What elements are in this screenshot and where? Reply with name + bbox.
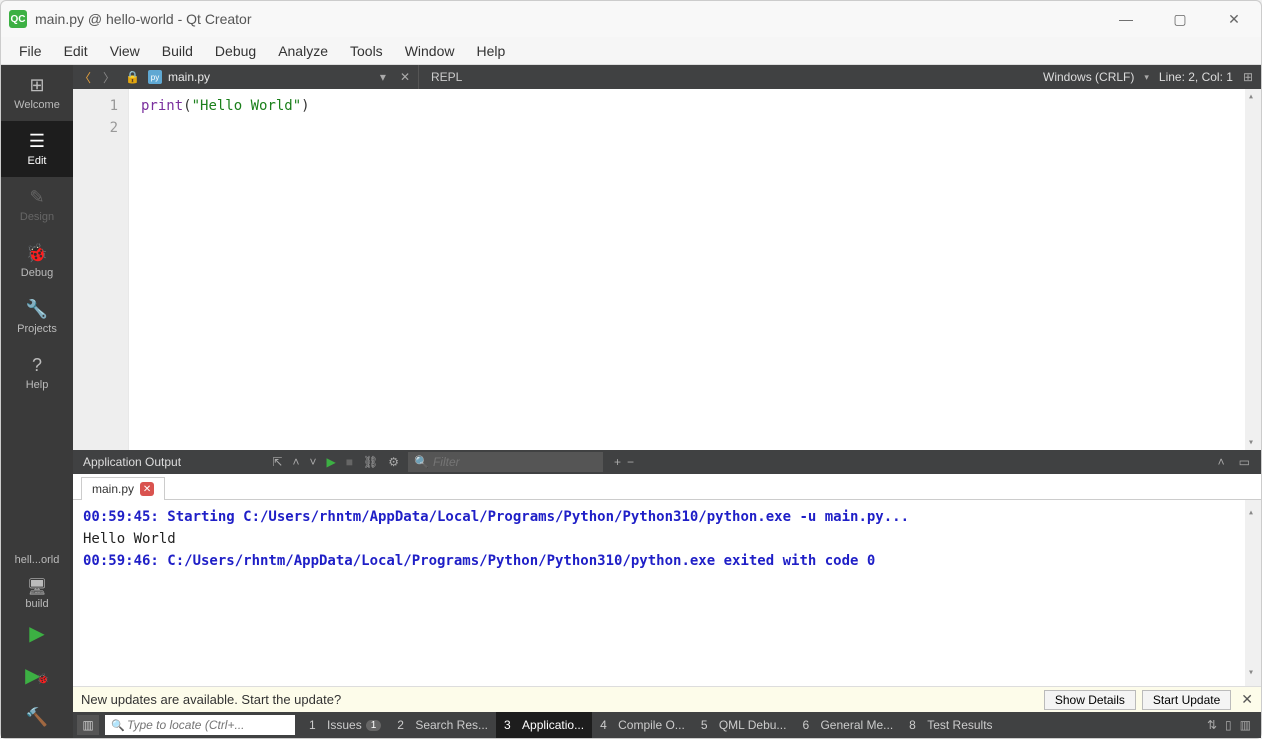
mode-projects[interactable]: 🔧Projects: [1, 289, 73, 345]
welcome-icon: ⊞: [29, 75, 44, 96]
output-line: 00:59:45: Starting C:/Users/rhntm/AppDat…: [83, 506, 1251, 528]
open-file-name[interactable]: main.py: [168, 70, 210, 84]
collapse-panel-icon[interactable]: ˄: [1215, 455, 1228, 469]
output-tabs: main.py ✕: [73, 474, 1261, 500]
next-item-icon[interactable]: ˅: [307, 455, 320, 469]
run-button[interactable]: ▶: [1, 612, 73, 654]
python-file-icon: py: [148, 70, 162, 84]
prev-item-icon[interactable]: ˄: [289, 455, 302, 469]
menu-file[interactable]: File: [9, 39, 52, 63]
mode-debug[interactable]: 🐞Debug: [1, 233, 73, 289]
panel-6[interactable]: 6 General Me...: [794, 712, 901, 738]
lock-icon[interactable]: 🔒: [121, 70, 144, 84]
code-editor[interactable]: 12 print("Hello World") ▴ ▾: [73, 89, 1261, 450]
nav-back-icon[interactable]: 〈: [73, 69, 97, 86]
locator-input[interactable]: [105, 715, 295, 735]
output-filter-input[interactable]: [433, 455, 597, 469]
output-scrollbar[interactable]: ▴ ▾: [1245, 500, 1261, 686]
editor-scrollbar[interactable]: ▴ ▾: [1245, 89, 1261, 450]
mode-help[interactable]: ?Help: [1, 345, 73, 401]
panel-3[interactable]: 3 Applicatio...: [496, 712, 592, 738]
scroll-down-icon[interactable]: ▾: [1248, 662, 1254, 684]
menu-analyze[interactable]: Analyze: [268, 39, 338, 63]
search-icon: 🔍: [414, 455, 429, 469]
panel-5[interactable]: 5 QML Debu...: [693, 712, 795, 738]
menu-help[interactable]: Help: [466, 39, 515, 63]
output-filter-box[interactable]: 🔍: [408, 452, 603, 472]
menu-tools[interactable]: Tools: [340, 39, 393, 63]
close-window-button[interactable]: ✕: [1219, 11, 1249, 28]
add-output-icon[interactable]: +: [611, 455, 624, 469]
nav-forward-icon[interactable]: 〉: [97, 69, 121, 86]
titlebar: QC main.py @ hello-world - Qt Creator — …: [1, 1, 1261, 37]
projects-icon: 🔧: [26, 299, 48, 320]
output-line: Hello World: [83, 528, 1251, 550]
menu-build[interactable]: Build: [152, 39, 203, 63]
cursor-position[interactable]: Line: 2, Col: 1: [1159, 70, 1233, 84]
line-number-gutter: 12: [73, 89, 129, 450]
maximize-button[interactable]: ▢: [1165, 11, 1195, 28]
show-details-button[interactable]: Show Details: [1044, 690, 1136, 710]
output-body[interactable]: 00:59:45: Starting C:/Users/rhntm/AppDat…: [73, 500, 1261, 686]
target-selector[interactable]: 🖥 build: [1, 574, 73, 612]
minimize-button[interactable]: —: [1111, 11, 1141, 28]
settings-icon[interactable]: ⚙: [385, 455, 402, 469]
kit-selector[interactable]: hell...orld: [1, 550, 73, 574]
update-notification-bar: New updates are available. Start the upd…: [73, 686, 1261, 712]
close-output-tab-icon[interactable]: ✕: [140, 482, 154, 496]
mode-welcome[interactable]: ⊞Welcome: [1, 65, 73, 121]
menu-window[interactable]: Window: [395, 39, 465, 63]
file-tab-bar: 〈 〉 🔒 py main.py ▾ ✕ REPL Windows (CRLF)…: [73, 65, 1261, 89]
edit-icon: ☰: [29, 131, 45, 152]
toggle-right-sidebar-icon[interactable]: ▥: [1240, 718, 1251, 732]
mode-design: ✎Design: [1, 177, 73, 233]
debug-icon: 🐞: [26, 243, 48, 264]
menu-debug[interactable]: Debug: [205, 39, 266, 63]
file-dropdown-icon[interactable]: ▾: [374, 70, 392, 84]
start-update-button[interactable]: Start Update: [1142, 690, 1231, 710]
build-button[interactable]: 🔨: [1, 696, 73, 738]
menu-view[interactable]: View: [100, 39, 150, 63]
sort-icon[interactable]: ⇅: [1207, 718, 1217, 732]
rerun-icon[interactable]: ▶: [324, 455, 339, 469]
search-icon: 🔍: [111, 719, 125, 732]
update-message: New updates are available. Start the upd…: [81, 692, 1038, 707]
toggle-sidebar-icon[interactable]: ▥: [77, 715, 99, 735]
remove-output-icon[interactable]: −: [624, 455, 637, 469]
window-title: main.py @ hello-world - Qt Creator: [35, 11, 252, 27]
close-file-button[interactable]: ✕: [392, 70, 418, 84]
output-line: 00:59:46: C:/Users/rhntm/AppData/Local/P…: [83, 550, 1251, 572]
mode-sidebar: ⊞Welcome☰Edit✎Design🐞Debug🔧Projects?Help…: [1, 65, 73, 738]
close-output-icon[interactable]: ▯: [1225, 718, 1232, 732]
scroll-up-icon[interactable]: ▴: [1248, 91, 1254, 102]
output-tab-mainpy[interactable]: main.py ✕: [81, 477, 165, 500]
scroll-down-icon[interactable]: ▾: [1248, 437, 1254, 448]
issues-count-badge: 1: [366, 720, 382, 731]
split-editor-icon[interactable]: ⊞: [1243, 70, 1253, 84]
line-ending-selector[interactable]: Windows (CRLF): [1043, 70, 1134, 84]
help-icon: ?: [32, 355, 42, 376]
attach-debugger-icon[interactable]: ⛓: [360, 455, 381, 469]
app-icon: QC: [9, 10, 27, 28]
close-update-bar-icon[interactable]: ✕: [1241, 691, 1253, 708]
scroll-up-icon[interactable]: ▴: [1248, 502, 1254, 524]
design-icon: ✎: [29, 187, 44, 208]
menubar: FileEditViewBuildDebugAnalyzeToolsWindow…: [1, 37, 1261, 65]
output-panel-header: Application Output ⇱ ˄ ˅ ▶ ■ ⛓ ⚙ 🔍 + − ˄: [73, 450, 1261, 474]
attach-icon[interactable]: ⇱: [269, 455, 285, 469]
close-panel-icon[interactable]: ▭: [1236, 455, 1253, 469]
menu-edit[interactable]: Edit: [54, 39, 98, 63]
panel-1[interactable]: 1 Issues1: [301, 712, 389, 738]
panel-2[interactable]: 2 Search Res...: [389, 712, 496, 738]
encoding-dropdown-icon[interactable]: ▾: [1144, 72, 1149, 83]
mode-edit[interactable]: ☰Edit: [1, 121, 73, 177]
stop-icon[interactable]: ■: [343, 455, 356, 469]
panel-8[interactable]: 8 Test Results: [901, 712, 1000, 738]
panel-4[interactable]: 4 Compile O...: [592, 712, 693, 738]
repl-tab[interactable]: REPL: [419, 70, 474, 84]
run-debug-button[interactable]: ▶🐞: [1, 654, 73, 696]
output-panel-title: Application Output: [73, 455, 191, 469]
bottom-bar: ▥ 🔍 1 Issues12 Search Res...3 Applicatio…: [73, 712, 1261, 738]
